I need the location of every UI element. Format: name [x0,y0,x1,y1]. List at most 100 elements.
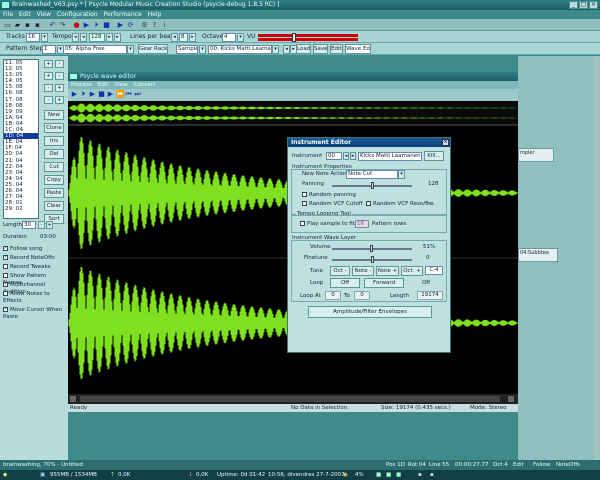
save-button[interactable]: Save [313,44,328,54]
seq-clone-button[interactable]: Clone [44,123,64,133]
lpb-field[interactable]: 8 [179,33,188,42]
instrument-select[interactable]: 00: Kicks Matti Laamanen [208,45,272,54]
seq-up-10-icon[interactable]: + [44,72,53,80]
scroll-left-icon[interactable] [70,396,76,402]
envelopes-button[interactable]: Amplitude/Filter Envelopes [308,306,432,318]
seq-copy-button[interactable]: Copy [44,175,64,185]
we-menu-view[interactable]: View [115,81,128,89]
pattern-rows-field[interactable]: 16 [355,220,369,228]
settings-icon[interactable]: ⚙ [140,21,149,29]
samples-dropdown-icon[interactable]: ▾ [199,45,206,54]
we-goto-start-icon[interactable]: ⏮ [125,91,132,98]
menu-edit[interactable]: Edit [19,10,31,19]
random-panning-box[interactable] [302,192,307,197]
we-play-icon[interactable]: ▶ [71,91,78,98]
master-volume-slider[interactable] [292,33,296,42]
save-as-icon[interactable]: ▪ [33,21,42,29]
option-checkbox[interactable]: ✓ Move Cursor When Paste [3,307,67,321]
octave-field[interactable]: 4 [222,33,236,42]
machine-view-scrollbar[interactable] [594,56,600,460]
tray-icon-e[interactable]: ▪ [430,470,434,480]
seq-next-icon[interactable]: + [55,84,64,92]
sequence-item[interactable]: 29: 02 [4,206,38,212]
pattern-name-dropdown-icon[interactable]: ▾ [127,45,134,54]
length-up-icon[interactable]: + [46,221,53,229]
seq-prev-icon[interactable]: - [44,84,53,92]
seq-last-icon[interactable]: + [55,96,64,104]
tray-icon-a[interactable]: ■ [376,470,381,480]
overview-strip[interactable] [68,101,518,125]
checkbox-box[interactable] [3,264,8,269]
seq-cut-button[interactable]: Cut [44,162,64,172]
edit-button[interactable]: Edit [330,44,343,54]
stop-icon[interactable]: ■ [102,21,111,29]
play-start-icon[interactable]: ⏵ [92,21,101,29]
seq-first-icon[interactable]: - [44,96,53,104]
record-icon[interactable]: ● [72,21,81,29]
checkbox-box[interactable]: ✓ [3,246,8,251]
kill-button[interactable]: Kill... [424,151,444,161]
new-icon[interactable]: ▭ [3,21,12,29]
play-sample-checkbox[interactable]: Play sample to fit [300,221,355,227]
option-checkbox[interactable]: Record Tweaks [3,264,67,271]
wave-horizontal-scrollbar[interactable] [68,394,518,404]
seq-new-button[interactable]: New [44,110,64,120]
machine-sampler[interactable]: mpler [518,148,554,162]
loop-icon[interactable]: ⟳ [126,21,135,29]
tray-icon-d[interactable]: ▪ [418,470,422,480]
loop-off-secondary-button[interactable]: Off [408,278,444,288]
pattern-step-field[interactable]: 1 [42,45,56,54]
menu-performance[interactable]: Performance [104,10,142,19]
seq-down-icon[interactable]: - [55,60,64,68]
gear-rack-button[interactable]: Gear Rack [138,44,168,54]
random-vcf-cutoff-checkbox[interactable]: Random VCF Cutoff [302,201,363,207]
we-menu-process[interactable]: Process [71,81,92,89]
close-icon[interactable]: × [442,139,449,146]
finetune-slider-handle[interactable] [371,256,374,263]
we-stop-icon[interactable]: ■ [98,91,105,98]
we-fast-forward-icon[interactable]: ⏩ [116,91,125,98]
tracks-spin-icon[interactable]: ▾ [41,33,48,42]
tray-icon-b[interactable]: ■ [386,470,391,480]
we-release-icon[interactable]: ▶ [107,91,114,98]
we-menu-convert[interactable]: Convert [134,81,156,89]
tracks-field[interactable]: 16 [26,33,40,42]
random-vcf-reso-checkbox[interactable]: Random VCF Reso/Bw. [366,201,435,207]
we-play-loop-icon[interactable]: ▶ [89,91,96,98]
loop-off-button[interactable]: Off [330,278,360,288]
save-icon[interactable]: ▪ [23,21,32,29]
machine-subbtea[interactable]: 04:Subbtea [518,248,558,262]
wave-ed-button[interactable]: Wave Ed [345,44,371,54]
oct-minus-button[interactable]: Oct - [330,266,350,276]
loop-end-field[interactable]: 0 [354,291,370,300]
redo-icon[interactable]: ↷ [58,21,67,29]
we-play-from-start-icon[interactable]: ⏵ [80,91,87,98]
seq-paste-button[interactable]: Paste [44,188,64,198]
pattern-name-field[interactable]: 05: Alpha Free [63,45,127,54]
instrument-prev-icon[interactable]: ◂ [343,152,349,160]
load-button[interactable]: Load [296,44,311,54]
tempo-down-icon[interactable]: ◂ [72,33,79,42]
note-minus-button[interactable]: Note - [352,266,374,276]
checkbox-box[interactable] [3,291,8,296]
loop-start-field[interactable]: 0 [325,291,341,300]
close-icon[interactable]: × [589,1,598,9]
help-icon[interactable]: ? [150,21,159,29]
maximize-icon[interactable]: □ [579,1,588,9]
play-icon[interactable]: ▶ [82,21,91,29]
seq-down-10-icon[interactable]: - [55,72,64,80]
info-icon[interactable]: i [160,21,169,29]
checkbox-box[interactable] [3,273,8,278]
instrument-next-icon[interactable]: ▸ [350,152,356,160]
open-icon[interactable]: ▰ [13,21,22,29]
nna-dropdown-icon[interactable]: ▾ [398,170,405,179]
menu-file[interactable]: File [3,10,13,19]
panning-slider-handle[interactable] [371,182,374,189]
start-icon[interactable]: ◆ [3,470,7,480]
option-checkbox[interactable]: ✓ Record NoteOffs [3,255,67,262]
instrument-number-field[interactable]: 00 [326,152,342,160]
checkbox-box[interactable]: ✓ [3,282,8,287]
seq-ins-button[interactable]: Ins [44,136,64,146]
instrument-dropdown-icon[interactable]: ▾ [272,45,279,54]
oct-plus-button[interactable]: Oct. + [401,266,423,276]
